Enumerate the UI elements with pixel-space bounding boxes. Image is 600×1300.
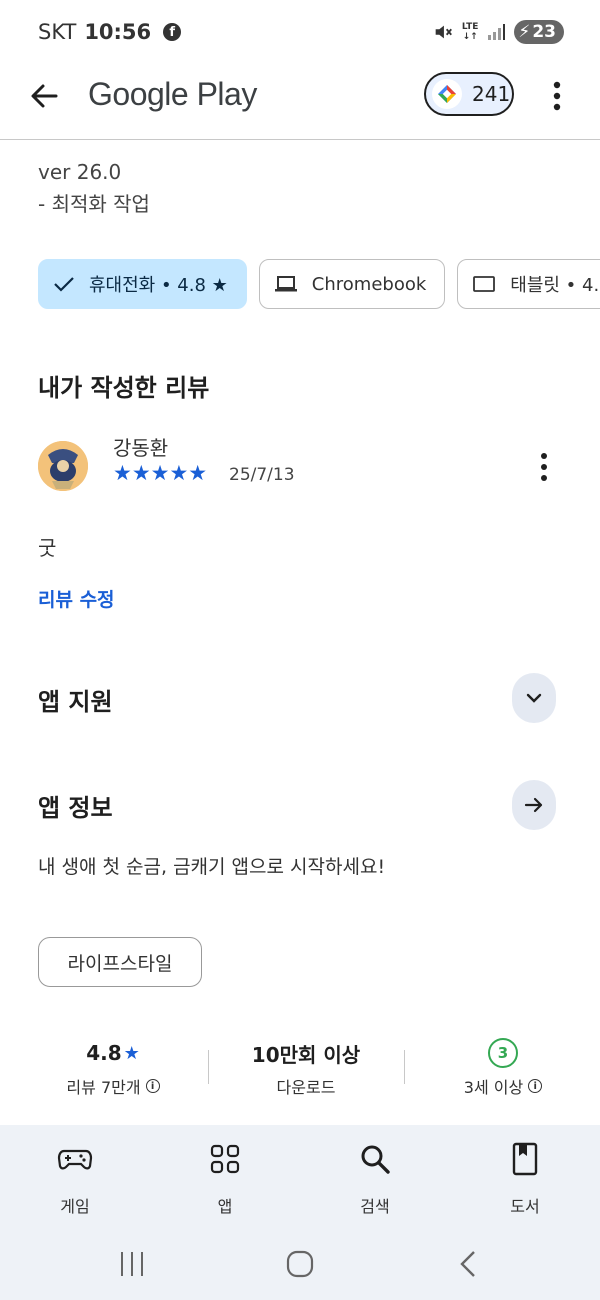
mute-icon xyxy=(435,25,452,39)
nav-games-label: 게임 xyxy=(60,1197,90,1216)
rating-value: 4.8 xyxy=(86,1041,122,1065)
chip-phone-label: 휴대전화 • 4.8 ★ xyxy=(89,275,228,296)
stat-age-rating[interactable]: 3 3세 이상 i xyxy=(408,1038,598,1098)
nav-games[interactable]: 게임 xyxy=(25,1141,125,1217)
app-info-heading: 앱 정보 xyxy=(38,794,113,822)
chip-chromebook-label: Chromebook xyxy=(311,273,427,295)
nav-apps-label: 앱 xyxy=(217,1197,233,1216)
chip-tablet-label: 태블릿 • 4.8 xyxy=(510,275,600,296)
stats-row: 4.8 ★ 리뷰 7만개 i 10만회 이상 다운로드 3 3세 이상 i xyxy=(0,1038,600,1102)
search-icon xyxy=(361,1145,390,1174)
device-chips: 휴대전화 • 4.8 ★ Chromebook 태블릿 • 4.8 xyxy=(38,259,600,309)
stat-rating[interactable]: 4.8 ★ 리뷰 7만개 i xyxy=(18,1038,208,1098)
rating-star-icon: ★ xyxy=(123,1042,140,1064)
book-icon xyxy=(512,1142,538,1176)
downloads-value: 10만회 이상 xyxy=(251,1042,361,1067)
signal-icon xyxy=(488,24,506,40)
network-type: LTE xyxy=(461,22,479,32)
laptop-icon xyxy=(274,276,297,292)
app-bar: Google Play 241 xyxy=(0,64,600,140)
nav-books-label: 도서 xyxy=(510,1197,540,1216)
update-note: - 최적화 작업 xyxy=(38,192,150,216)
battery-level: 23 xyxy=(532,22,556,42)
system-navigation-bar xyxy=(0,1230,600,1300)
whats-new-text: ver 26.0 - 최적화 작업 xyxy=(38,156,150,220)
stat-divider xyxy=(208,1050,209,1084)
downloads-label: 다운로드 xyxy=(276,1078,336,1097)
nav-search-label: 검색 xyxy=(360,1197,390,1216)
info-icon: i xyxy=(528,1079,543,1093)
bottom-navigation: 게임 앱 검색 도서 xyxy=(0,1125,600,1230)
reviewer-name: 강동환 xyxy=(113,436,169,460)
review-stars: ★★★★★ xyxy=(113,461,208,485)
carrier-label: SKT xyxy=(38,20,77,44)
play-points-button[interactable]: 241 xyxy=(424,72,514,116)
back-arrow-icon[interactable] xyxy=(26,78,62,114)
edit-review-link[interactable]: 리뷰 수정 xyxy=(38,585,115,612)
chip-phone[interactable]: 휴대전화 • 4.8 ★ xyxy=(38,259,247,309)
version-line: ver 26.0 xyxy=(38,160,122,184)
system-back-icon[interactable] xyxy=(448,1248,488,1280)
review-date: 25/7/13 xyxy=(229,465,295,485)
age-rating-label: 3세 이상 xyxy=(463,1078,524,1097)
app-info-button[interactable] xyxy=(512,780,556,830)
review-text: 굿 xyxy=(38,536,57,560)
gamepad-icon xyxy=(57,1149,93,1170)
lte-indicator: LTE ↓↑ xyxy=(462,22,479,42)
review-menu-icon[interactable] xyxy=(530,450,558,484)
data-arrows-icon: ↓↑ xyxy=(462,32,478,42)
home-icon[interactable] xyxy=(280,1248,320,1280)
category-chip[interactable]: 라이프스타일 xyxy=(38,937,202,987)
info-icon: i xyxy=(145,1079,160,1093)
charging-bolt-icon: ⚡ xyxy=(518,22,531,42)
avatar xyxy=(38,441,88,491)
check-icon xyxy=(54,277,74,292)
clock: 10:56 xyxy=(84,20,152,44)
nav-apps[interactable]: 앱 xyxy=(175,1141,275,1217)
app-title: Google Play xyxy=(88,76,257,112)
reviews-count: 리뷰 7만개 xyxy=(66,1078,141,1097)
chevron-down-icon xyxy=(526,693,542,703)
nav-search[interactable]: 검색 xyxy=(325,1141,425,1217)
tablet-icon xyxy=(473,276,496,292)
status-left: SKT 10:56 f xyxy=(38,20,182,44)
apps-grid-icon xyxy=(210,1144,240,1174)
age-rating-badge: 3 xyxy=(488,1038,518,1068)
recent-apps-icon[interactable] xyxy=(112,1248,152,1280)
battery-indicator: ⚡ 23 xyxy=(514,20,564,44)
expand-support-button[interactable] xyxy=(512,673,556,723)
points-count: 241 xyxy=(472,82,511,106)
nav-books[interactable]: 도서 xyxy=(475,1141,575,1217)
status-right: LTE ↓↑ ⚡ 23 xyxy=(432,20,564,44)
chip-chromebook[interactable]: Chromebook xyxy=(258,259,446,309)
play-points-icon xyxy=(432,79,462,109)
app-description: 내 생애 첫 순금, 금캐기 앱으로 시작하세요! xyxy=(38,856,386,878)
stat-divider xyxy=(404,1050,405,1084)
facebook-notification-icon: f xyxy=(163,23,182,41)
status-bar: SKT 10:56 f LTE ↓↑ ⚡ 23 xyxy=(0,0,600,64)
stat-downloads: 10만회 이상 다운로드 xyxy=(211,1038,401,1098)
my-review-heading: 내가 작성한 리뷰 xyxy=(38,374,210,402)
chip-tablet[interactable]: 태블릿 • 4.8 xyxy=(457,259,600,309)
arrow-right-icon xyxy=(524,797,543,813)
overflow-menu-icon[interactable] xyxy=(542,78,572,114)
app-support-heading: 앱 지원 xyxy=(38,688,113,716)
